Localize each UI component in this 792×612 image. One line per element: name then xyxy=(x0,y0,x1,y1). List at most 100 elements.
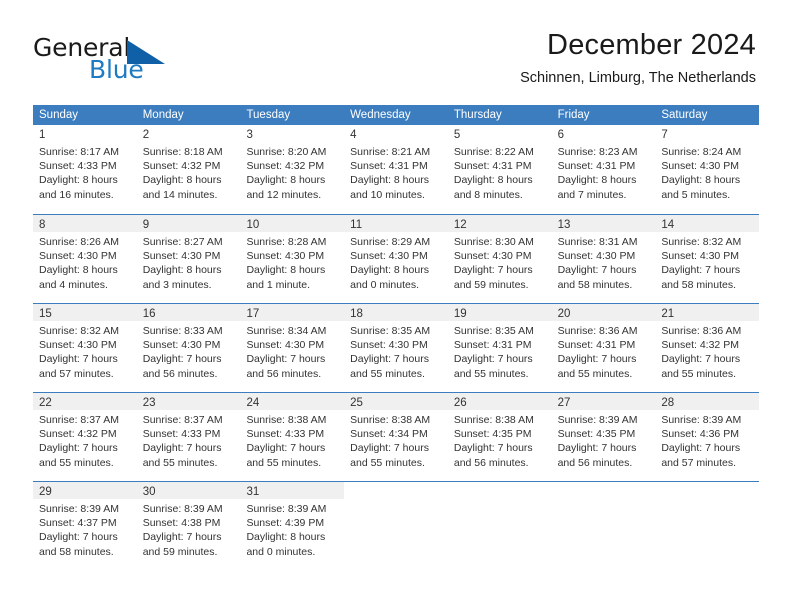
daylight-duration-line2: and 57 minutes. xyxy=(39,367,114,380)
sunset-time: Sunset: 4:30 PM xyxy=(350,339,428,352)
sunset-time: Sunset: 4:30 PM xyxy=(246,250,325,263)
sunset-time: Sunset: 4:32 PM xyxy=(661,339,739,352)
day-number: 7 xyxy=(661,129,668,141)
sunset-time: Sunset: 4:30 PM xyxy=(142,250,221,263)
daylight-duration-line2: and 1 minute. xyxy=(246,278,311,291)
sunrise-time: Sunrise: 8:24 AM xyxy=(661,146,742,158)
calendar-day-cell[interactable]: 17 Sunrise: 8:34 AM Sunset: 4:30 PM Dayligh… xyxy=(240,304,345,392)
day-number-strip: 13 xyxy=(551,215,656,232)
general-blue-logo[interactable]: General Blue xyxy=(33,34,213,90)
sunrise-time: Sunrise: 8:37 AM xyxy=(39,414,119,426)
sunset-time: Sunset: 4:33 PM xyxy=(142,428,221,441)
calendar-day-cell[interactable]: 30 Sunrise: 8:39 AM Sunset: 4:38 PM Dayligh… xyxy=(136,482,241,570)
daylight-duration-line1: Daylight: 8 hours xyxy=(39,264,118,277)
calendar-day-cell[interactable]: 22 Sunrise: 8:37 AM Sunset: 4:32 PM Dayligh… xyxy=(33,393,137,481)
daylight-duration-line1: Daylight: 7 hours xyxy=(661,264,741,277)
daylight-duration-line2: and 55 minutes. xyxy=(246,456,322,469)
day-number: 12 xyxy=(453,219,467,231)
calendar-day-cell[interactable]: 1 Sunrise: 8:17 AM Sunset: 4:33 PM Daylight… xyxy=(33,125,137,214)
calendar-day-cell[interactable]: 26 Sunrise: 8:38 AM Sunset: 4:35 PM Dayligh… xyxy=(447,393,552,481)
calendar-day-cell[interactable]: 21 Sunrise: 8:36 AM Sunset: 4:32 PM Dayligh… xyxy=(655,304,760,392)
day-number-strip: 11 xyxy=(344,215,448,232)
day-number-strip: 18 xyxy=(344,304,448,321)
day-details: Sunrise: 8:22 AM Sunset: 4:31 PM Daylight:… xyxy=(448,142,552,202)
sunrise-time: Sunrise: 8:39 AM xyxy=(142,503,223,515)
day-number: 16 xyxy=(142,308,156,320)
day-number: 17 xyxy=(246,308,260,320)
daylight-duration-line1: Daylight: 7 hours xyxy=(661,353,741,366)
day-of-week-header-sunday: Sunday xyxy=(39,109,79,121)
day-number-strip: 5 xyxy=(447,125,552,142)
sunrise-time: Sunrise: 8:18 AM xyxy=(142,146,223,158)
calendar-day-cell[interactable]: 18 Sunrise: 8:35 AM Sunset: 4:30 PM Dayligh… xyxy=(344,304,448,392)
title-block: December 2024 Schinnen, Limburg, The Net… xyxy=(520,28,756,87)
daylight-duration-line2: and 56 minutes. xyxy=(453,456,529,469)
sunset-time: Sunset: 4:30 PM xyxy=(661,250,739,263)
calendar-day-cell[interactable]: 5 Sunrise: 8:22 AM Sunset: 4:31 PM Daylight… xyxy=(447,125,552,214)
day-number-strip: 31 xyxy=(240,482,345,499)
calendar-day-cell[interactable]: 20 Sunrise: 8:36 AM Sunset: 4:31 PM Dayligh… xyxy=(551,304,656,392)
day-number: 4 xyxy=(350,129,357,141)
calendar-day-cell[interactable]: 15 Sunrise: 8:32 AM Sunset: 4:30 PM Dayligh… xyxy=(33,304,137,392)
calendar-day-cell[interactable]: 10 Sunrise: 8:28 AM Sunset: 4:30 PM Dayligh… xyxy=(240,215,345,303)
calendar-day-cell[interactable]: 28 Sunrise: 8:39 AM Sunset: 4:36 PM Dayligh… xyxy=(655,393,760,481)
calendar-day-cell[interactable]: 6 Sunrise: 8:23 AM Sunset: 4:31 PM Daylight… xyxy=(551,125,656,214)
sunrise-time: Sunrise: 8:29 AM xyxy=(350,236,431,248)
sunrise-time: Sunrise: 8:39 AM xyxy=(246,503,327,515)
calendar-day-cell[interactable]: 8 Sunrise: 8:26 AM Sunset: 4:30 PM Daylight… xyxy=(33,215,137,303)
day-number: 30 xyxy=(142,486,156,498)
day-details: Sunrise: 8:38 AM Sunset: 4:33 PM Daylight:… xyxy=(240,410,344,470)
day-details: Sunrise: 8:23 AM Sunset: 4:31 PM Daylight:… xyxy=(552,142,656,202)
day-number-strip: 15 xyxy=(33,304,137,321)
daylight-duration-line1: Daylight: 7 hours xyxy=(557,442,637,455)
day-number: 5 xyxy=(453,129,461,141)
page-header: General Blue December 2024 Schinnen, Lim… xyxy=(0,0,792,100)
day-number-strip: 2 xyxy=(136,125,241,142)
sunrise-time: Sunrise: 8:36 AM xyxy=(557,325,638,337)
daylight-duration-line1: Daylight: 8 hours xyxy=(557,174,637,187)
calendar-day-cell[interactable]: 23 Sunrise: 8:37 AM Sunset: 4:33 PM Dayligh… xyxy=(136,393,241,481)
calendar-day-cell[interactable]: 29 Sunrise: 8:39 AM Sunset: 4:37 PM Dayligh… xyxy=(33,482,137,570)
day-number-strip: 14 xyxy=(655,215,760,232)
daylight-duration-line2: and 55 minutes. xyxy=(350,367,425,380)
calendar-day-cell[interactable]: 13 Sunrise: 8:31 AM Sunset: 4:30 PM Dayligh… xyxy=(551,215,656,303)
calendar-day-cell[interactable]: 31 Sunrise: 8:39 AM Sunset: 4:39 PM Dayligh… xyxy=(240,482,345,570)
sunset-time: Sunset: 4:34 PM xyxy=(350,428,428,441)
daylight-duration-line2: and 0 minutes. xyxy=(246,545,316,558)
daylight-duration-line1: Daylight: 8 hours xyxy=(246,531,326,544)
sunset-time: Sunset: 4:37 PM xyxy=(39,517,117,530)
calendar-day-cell[interactable]: 4 Sunrise: 8:21 AM Sunset: 4:31 PM Daylight… xyxy=(344,125,448,214)
calendar-day-cell[interactable]: 11 Sunrise: 8:29 AM Sunset: 4:30 PM Dayligh… xyxy=(344,215,448,303)
calendar-day-cell[interactable]: 12 Sunrise: 8:30 AM Sunset: 4:30 PM Dayligh… xyxy=(447,215,552,303)
day-details: Sunrise: 8:20 AM Sunset: 4:32 PM Daylight:… xyxy=(240,142,344,202)
sunset-time: Sunset: 4:32 PM xyxy=(246,160,325,173)
day-number: 11 xyxy=(350,219,363,231)
daylight-duration-line1: Daylight: 7 hours xyxy=(557,353,637,366)
sunset-time: Sunset: 4:30 PM xyxy=(39,339,117,352)
calendar-day-cell[interactable]: 24 Sunrise: 8:38 AM Sunset: 4:33 PM Dayligh… xyxy=(240,393,345,481)
day-details: Sunrise: 8:34 AM Sunset: 4:30 PM Daylight:… xyxy=(240,321,344,381)
day-number-strip: 4 xyxy=(344,125,448,142)
day-of-week-header-friday: Friday xyxy=(557,109,590,121)
day-of-week-header-monday: Monday xyxy=(142,109,184,121)
day-number: 31 xyxy=(246,486,260,498)
sunrise-time: Sunrise: 8:32 AM xyxy=(661,236,742,248)
calendar-day-cell[interactable]: 27 Sunrise: 8:39 AM Sunset: 4:35 PM Dayligh… xyxy=(551,393,656,481)
calendar-day-cell[interactable]: 2 Sunrise: 8:18 AM Sunset: 4:32 PM Daylight… xyxy=(136,125,241,214)
calendar-day-cell[interactable]: 9 Sunrise: 8:27 AM Sunset: 4:30 PM Daylight… xyxy=(136,215,241,303)
calendar-day-cell[interactable]: 3 Sunrise: 8:20 AM Sunset: 4:32 PM Daylight… xyxy=(240,125,345,214)
day-number-strip: 7 xyxy=(655,125,760,142)
daylight-duration-line2: and 55 minutes. xyxy=(39,456,114,469)
day-number-strip: 1 xyxy=(33,125,137,142)
day-number-strip: 24 xyxy=(240,393,345,410)
calendar-day-cell[interactable]: 14 Sunrise: 8:32 AM Sunset: 4:30 PM Dayligh… xyxy=(655,215,760,303)
sunset-time: Sunset: 4:33 PM xyxy=(39,160,117,173)
calendar-day-cell[interactable]: 19 Sunrise: 8:35 AM Sunset: 4:31 PM Dayligh… xyxy=(447,304,552,392)
day-details: Sunrise: 8:35 AM Sunset: 4:30 PM Daylight:… xyxy=(344,321,448,381)
calendar-day-cell[interactable]: 25 Sunrise: 8:38 AM Sunset: 4:34 PM Dayligh… xyxy=(344,393,448,481)
calendar-day-cell[interactable]: 16 Sunrise: 8:33 AM Sunset: 4:30 PM Dayligh… xyxy=(136,304,241,392)
daylight-duration-line2: and 8 minutes. xyxy=(453,188,523,201)
daylight-duration-line2: and 55 minutes. xyxy=(661,367,737,380)
calendar-day-cell[interactable]: 7 Sunrise: 8:24 AM Sunset: 4:30 PM Daylight… xyxy=(655,125,760,214)
sunrise-time: Sunrise: 8:22 AM xyxy=(453,146,534,158)
